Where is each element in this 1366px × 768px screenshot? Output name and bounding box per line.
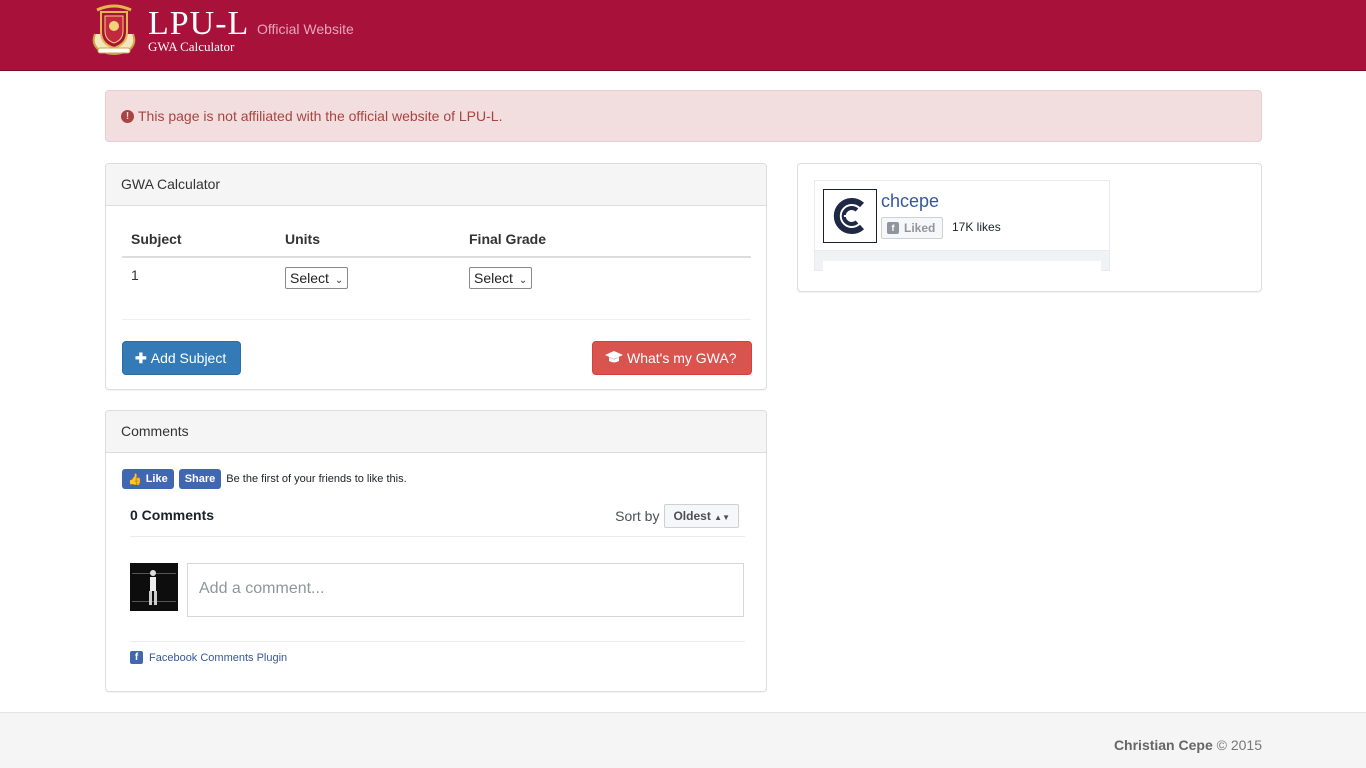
column-header-subject: Subject: [122, 223, 276, 258]
fb-share-button[interactable]: Share: [178, 469, 222, 489]
graduation-cap-icon: [605, 350, 623, 366]
chevron-down-icon: ⌄: [334, 275, 344, 286]
add-subject-label: Add Subject: [150, 350, 227, 366]
brand[interactable]: LPU-L GWA Calculator: [89, 4, 249, 56]
sort-label: Sort by: [615, 508, 660, 524]
footer-text: Christian Cepe © 2015: [1114, 737, 1262, 753]
sort-select[interactable]: Oldest ▲▼: [664, 504, 739, 528]
facebook-icon: f: [887, 222, 899, 234]
whats-my-gwa-label: What's my GWA?: [627, 350, 737, 366]
fb-like-button[interactable]: 👍 Like: [122, 469, 174, 489]
disclaimer-alert: ! This page is not affiliated with the o…: [105, 90, 1262, 142]
facebook-comments-plugin-link[interactable]: f Facebook Comments Plugin: [130, 651, 287, 664]
page-cover: [815, 250, 1109, 271]
divider: [130, 641, 745, 642]
column-header-units: Units: [276, 223, 460, 258]
exclamation-circle-icon: !: [121, 109, 134, 123]
page-logo-icon[interactable]: [823, 189, 877, 243]
grades-table: Subject Units Final Grade 1 Select ⌄ Sele…: [122, 223, 751, 297]
facebook-page-panel: chcepe f Liked 17K likes: [797, 163, 1262, 292]
comments-panel: Comments 👍 Like Share Be the first of yo…: [105, 410, 767, 692]
brand-title: LPU-L: [148, 5, 250, 42]
comment-count: 0 Comments: [130, 507, 215, 523]
units-select-value: Select: [290, 270, 329, 286]
final-grade-select-value: Select: [474, 270, 513, 286]
brand-subtitle: GWA Calculator: [148, 39, 235, 54]
sort-value: Oldest: [673, 509, 711, 523]
page-cover-inner: [823, 261, 1101, 271]
gwa-calculator-panel: GWA Calculator Subject Units Final Grade…: [105, 163, 767, 390]
plus-icon: ✚: [135, 349, 147, 366]
divider: [130, 536, 745, 537]
whats-my-gwa-button[interactable]: What's my GWA?: [592, 341, 752, 375]
thumbs-up-icon: 👍: [128, 473, 142, 486]
final-grade-select[interactable]: Select ⌄: [469, 267, 533, 289]
comment-input[interactable]: Add a comment...: [187, 563, 744, 617]
crest-logo-icon: [92, 4, 136, 55]
fb-like-text: Be the first of your friends to like thi…: [226, 473, 407, 485]
footer-author: Christian Cepe: [1113, 737, 1213, 753]
page-name-link[interactable]: chcepe: [881, 191, 939, 212]
panel-heading: Comments: [106, 411, 766, 453]
fb-share-label: Share: [184, 473, 216, 485]
official-website-link[interactable]: Official Website: [257, 21, 354, 37]
facebook-icon: f: [130, 651, 143, 664]
page-plugin: chcepe f Liked 17K likes: [814, 180, 1110, 271]
plugin-label: Facebook Comments Plugin: [149, 651, 288, 664]
add-subject-button[interactable]: ✚ Add Subject: [122, 341, 241, 375]
panel-heading: GWA Calculator: [106, 164, 766, 206]
avatar: [130, 563, 178, 611]
liked-label: Liked: [904, 221, 936, 235]
divider: [122, 319, 751, 320]
fb-like-row: 👍 Like Share Be the first of your friend…: [122, 469, 407, 489]
footer: Christian Cepe © 2015: [0, 712, 1366, 768]
column-header-final-grade: Final Grade: [460, 223, 751, 258]
subject-number: 1: [131, 267, 139, 283]
footer-copyright: © 2015: [1216, 737, 1262, 753]
sort-arrows-icon: ▲▼: [714, 513, 730, 522]
liked-button[interactable]: f Liked: [881, 217, 944, 239]
chevron-down-icon: ⌄: [518, 275, 528, 286]
alert-text: This page is not affiliated with the off…: [138, 108, 503, 124]
units-select[interactable]: Select ⌄: [285, 267, 349, 289]
sort-by: Sort by Oldest ▲▼: [615, 504, 739, 528]
likes-count: 17K likes: [952, 220, 1001, 234]
fb-like-label: Like: [145, 473, 168, 485]
navbar: LPU-L GWA Calculator Official Website: [0, 0, 1366, 71]
table-row: 1 Select ⌄ Select ⌄: [122, 257, 751, 297]
